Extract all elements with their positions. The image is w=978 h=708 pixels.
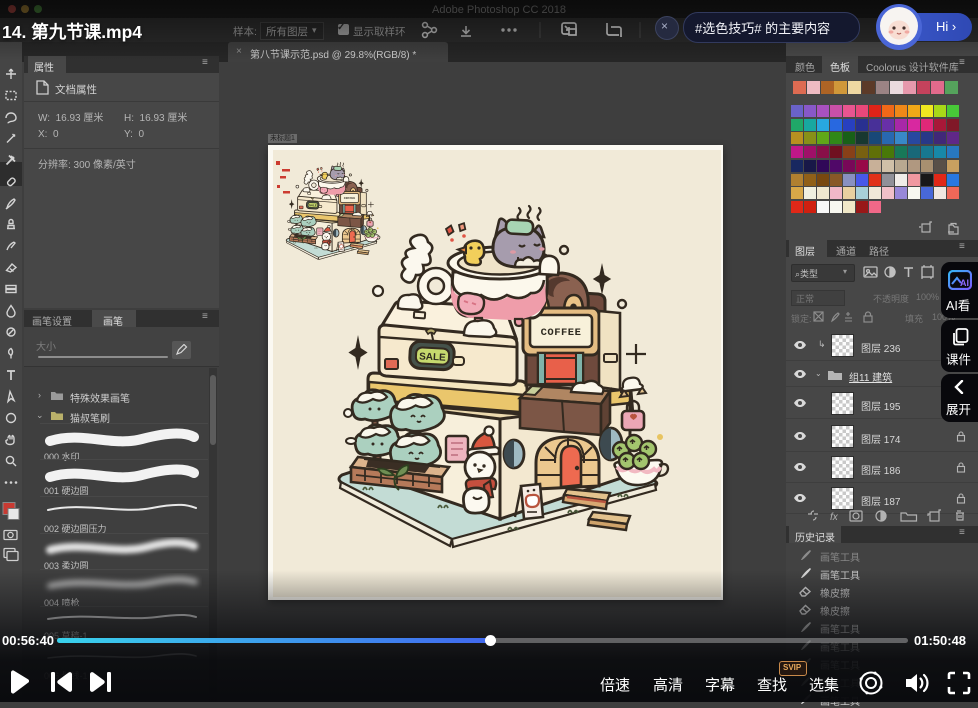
svg-text:AI: AI <box>960 278 969 288</box>
svg-text:fx: fx <box>830 512 839 523</box>
